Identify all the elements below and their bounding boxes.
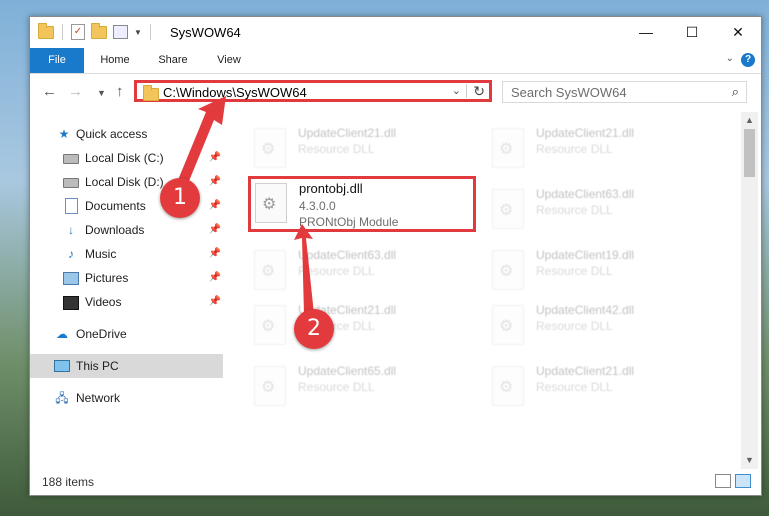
callout-2: 2 — [294, 309, 334, 349]
arrow-1 — [178, 96, 226, 186]
annotation-arrows — [178, 96, 314, 314]
arrow-2 — [294, 224, 314, 314]
callout-1: 1 — [160, 178, 200, 218]
